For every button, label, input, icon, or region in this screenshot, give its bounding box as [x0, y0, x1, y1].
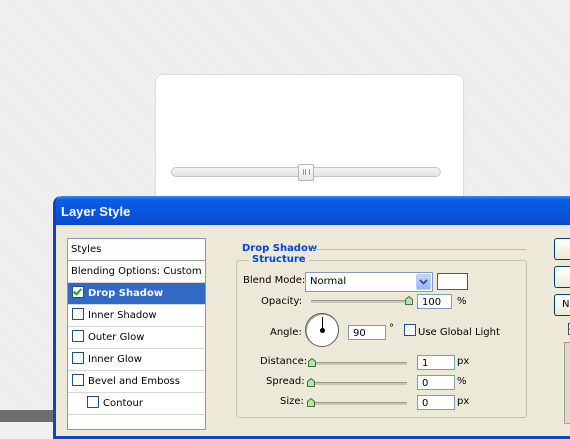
card-slider-thumb[interactable]: [298, 164, 314, 181]
distance-slider[interactable]: [307, 358, 407, 367]
distance-slider-thumb[interactable]: [307, 358, 316, 367]
section-divider: [313, 249, 526, 250]
new-style-button[interactable]: N: [554, 294, 570, 316]
blend-mode-select[interactable]: Normal: [305, 272, 433, 292]
layer-style-dialog: Layer Style Styles Blending Options: Cus…: [53, 196, 570, 439]
chevron-down-icon[interactable]: [416, 274, 431, 290]
distance-label: Distance:: [260, 356, 308, 367]
style-item[interactable]: Inner Glow: [68, 349, 205, 371]
style-item[interactable]: Outer Glow: [68, 327, 205, 349]
opacity-input[interactable]: 100: [417, 294, 452, 309]
shadow-color-swatch[interactable]: [437, 273, 468, 290]
size-slider-thumb[interactable]: [307, 398, 315, 407]
opacity-slider[interactable]: [311, 296, 413, 305]
group-title: Structure: [249, 254, 309, 265]
ok-button[interactable]: [554, 238, 570, 260]
styles-list: Styles Blending Options: Custom Drop Shad…: [67, 238, 206, 430]
style-item[interactable]: Bevel and Emboss: [68, 371, 205, 393]
style-item[interactable]: Blending Options: Custom: [68, 261, 205, 283]
distance-input[interactable]: 1: [417, 355, 455, 370]
style-item-label: Inner Shadow: [88, 310, 157, 321]
use-global-light-checkbox[interactable]: [404, 324, 416, 336]
style-checkbox[interactable]: [87, 396, 99, 408]
spread-unit: %: [457, 376, 467, 387]
style-item-label: Outer Glow: [88, 332, 145, 343]
angle-unit: °: [389, 323, 394, 334]
size-unit: px: [457, 396, 470, 407]
blend-mode-value: Normal: [310, 276, 347, 287]
use-global-light-label: Use Global Light: [418, 327, 500, 338]
style-item[interactable]: Inner Shadow: [68, 305, 205, 327]
style-checkbox[interactable]: [72, 352, 84, 364]
style-checkbox[interactable]: [72, 330, 84, 342]
style-item-label: Blending Options: Custom: [71, 266, 202, 277]
size-slider[interactable]: [307, 398, 407, 407]
spread-slider-thumb[interactable]: [307, 378, 315, 387]
blend-mode-label: Blend Mode:: [243, 275, 306, 286]
style-item-label: Drop Shadow: [88, 288, 164, 299]
spread-input[interactable]: 0: [417, 375, 455, 390]
spread-slider[interactable]: [307, 378, 407, 387]
taskbar-fragment: [0, 410, 60, 422]
style-item[interactable]: Contour: [68, 393, 205, 415]
styles-header[interactable]: Styles: [68, 239, 205, 261]
size-label: Size:: [280, 396, 304, 407]
style-item-label: Contour: [103, 398, 143, 409]
card-slider-track[interactable]: [171, 164, 441, 181]
opacity-slider-thumb[interactable]: [405, 296, 413, 305]
cancel-button[interactable]: [554, 266, 570, 288]
style-item-label: Bevel and Emboss: [88, 376, 180, 387]
angle-label: Angle:: [270, 327, 302, 338]
angle-dial[interactable]: [305, 313, 339, 347]
distance-unit: px: [457, 356, 470, 367]
angle-hub: [320, 328, 325, 333]
style-item-label: Inner Glow: [88, 354, 142, 365]
spread-label: Spread:: [266, 376, 305, 387]
opacity-unit: %: [457, 296, 467, 307]
dialog-title: Layer Style: [56, 196, 570, 225]
style-checkbox[interactable]: [72, 374, 84, 386]
style-checkbox[interactable]: [72, 308, 84, 320]
size-input[interactable]: 0: [417, 395, 455, 410]
style-item[interactable]: Drop Shadow: [68, 283, 205, 305]
preview-thumbnail: [564, 342, 570, 424]
opacity-label: Opacity:: [261, 296, 303, 307]
angle-input[interactable]: 90: [348, 325, 386, 340]
section-title: Drop Shadow: [242, 243, 318, 254]
style-checkbox[interactable]: [72, 286, 84, 298]
